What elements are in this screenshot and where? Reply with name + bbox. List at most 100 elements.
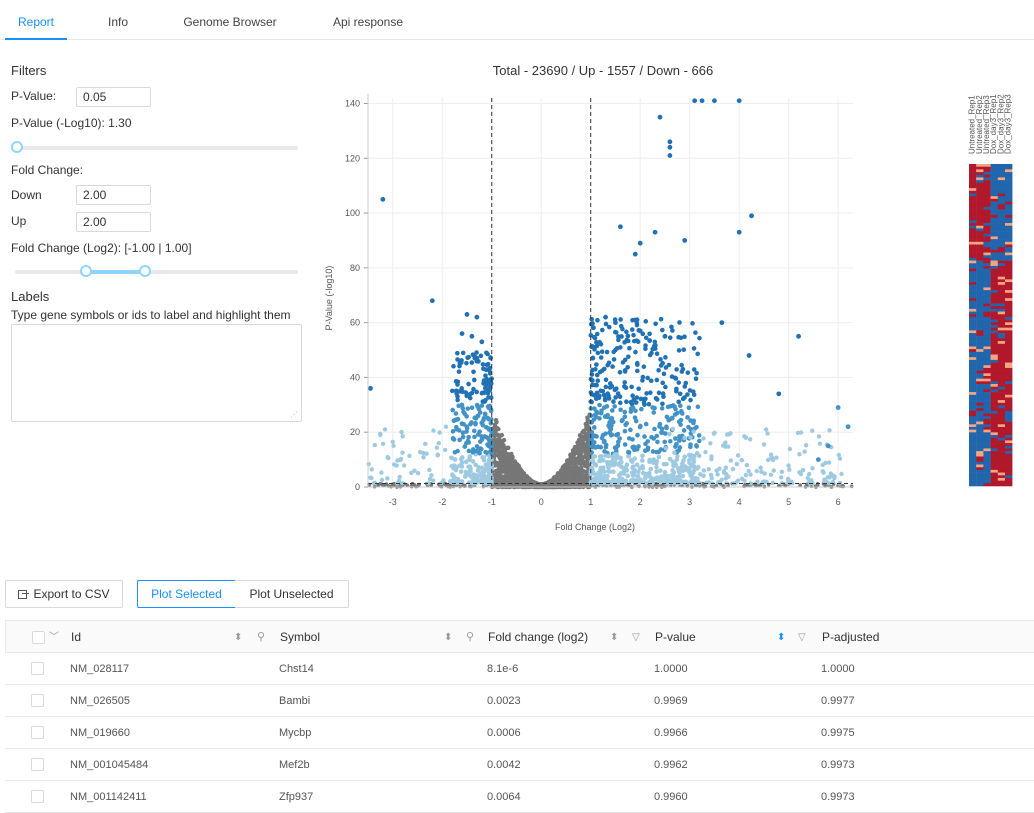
heatmap-cell [997,365,1006,369]
heatmap-cell [969,308,977,312]
table-row[interactable]: NM_019660 Mycbp 0.0006 0.9966 0.9975 [5,717,1034,749]
heatmap-cell [969,429,977,433]
point-up [747,437,753,442]
heatmap-cell [969,325,977,328]
point-ns [493,440,498,445]
heatmap-cell [997,298,1006,302]
point-up [595,350,601,356]
col-header-fold-change[interactable]: Fold change (log2) [488,621,588,654]
point-up [683,380,689,386]
table-row[interactable]: NM_001045484 Mef2b 0.0042 0.9962 0.9973 [5,749,1034,781]
sort-symbol-icon[interactable]: ⬍ [444,621,452,654]
heatmap-cell [976,435,984,438]
col-header-padjusted[interactable]: P-adjusted [822,621,879,654]
point-up [612,460,618,466]
cell-id: NM_019660 [70,727,130,739]
heatmap-cell [976,290,984,294]
point-up [688,435,693,440]
pvalue-slider-track[interactable] [15,146,298,150]
point-up [617,460,623,465]
select-all-checkbox[interactable] [32,631,45,644]
col-header-symbol[interactable]: Symbol [280,621,320,654]
sort-fold-change-icon[interactable]: ⬍ [610,621,618,654]
point-up [643,396,648,402]
x-tick-label: 4 [737,497,742,507]
row-checkbox[interactable] [31,726,44,739]
point-up [591,344,597,350]
row-checkbox[interactable] [31,694,44,707]
search-id-icon[interactable]: ⚲ [257,621,265,654]
point-down [421,455,426,460]
labels-textarea[interactable] [11,324,302,422]
point-up [715,480,721,485]
filter-pvalue-icon[interactable]: ▽ [798,621,806,654]
col-header-id[interactable]: Id [71,621,81,654]
row-checkbox[interactable] [31,790,44,803]
tab-report[interactable]: Report [5,0,67,40]
fold-down-input[interactable] [76,185,151,205]
point-ns [529,482,533,486]
point-down [390,439,395,445]
export-csv-button[interactable]: Export to CSV [5,580,123,608]
heatmap-cell [997,443,1006,447]
heatmap-cell [976,456,984,460]
table-row[interactable]: NM_026505 Bambi 0.0023 0.9969 0.9977 [5,685,1034,717]
point-ns [525,478,530,483]
pvalue-slider-handle[interactable] [11,141,23,153]
point-up [606,396,612,401]
search-symbol-icon[interactable]: ⚲ [466,621,474,654]
point-up [605,362,611,368]
point-outlier [652,229,658,235]
heatmap-cell [997,276,1006,280]
tab-info[interactable]: Info [96,0,140,40]
plot-selected-button[interactable]: Plot Selected [137,580,236,608]
point-up [695,351,701,357]
y-tick-label: 140 [345,98,360,108]
heatmap-cells [969,164,1013,487]
heatmap-cell [1005,185,1013,189]
sort-id-icon[interactable]: ⬍ [234,621,242,654]
heatmap-cell [983,464,991,468]
fold-slider-handle-low[interactable] [79,265,92,277]
row-checkbox[interactable] [31,662,44,675]
heatmap-cell [976,172,984,176]
heatmap-cell [1005,483,1013,487]
table-row[interactable]: NM_028117 Chst14 8.1e-6 1.0000 1.0000 [5,653,1034,685]
point-outlier [380,196,386,202]
heatmap-cell [969,440,977,444]
point-up [821,470,826,475]
heatmap-cell [997,172,1006,176]
heatmap-cell [990,426,998,430]
col-header-pvalue[interactable]: P-value [655,621,696,654]
point-up [691,389,696,394]
fold-slider-track[interactable] [15,270,298,274]
resize-grip-icon[interactable]: ⋰ [290,410,299,419]
filter-fold-change-icon[interactable]: ▽ [632,621,640,654]
select-dropdown-icon[interactable]: ﹀ [49,621,59,654]
row-checkbox[interactable] [31,758,44,771]
tab-api-response[interactable]: Api response [322,0,414,40]
pvalue-label: P-Value: [11,89,57,103]
point-up [600,468,606,474]
heatmap-cell [983,429,991,433]
point-up [787,446,793,452]
plot-unselected-button[interactable]: Plot Unselected [235,580,349,608]
table-row[interactable]: NM_001142411 Zfp937 0.0064 0.9960 0.9973 [5,781,1034,813]
heatmap-cell [997,169,1006,173]
heatmap-cell [997,263,1006,267]
point-down [453,467,459,473]
fold-up-input[interactable] [76,212,151,232]
heatmap-cell [1005,480,1013,484]
point-up [765,431,770,436]
point-ns [574,468,580,474]
pvalue-input[interactable] [76,87,151,107]
tab-genome-browser[interactable]: Genome Browser [172,0,288,40]
point-up [603,377,609,383]
point-down [477,439,483,444]
fold-slider-handle-high[interactable] [139,265,152,277]
point-up [685,370,691,375]
heatmap-cell [969,453,977,457]
sort-pvalue-icon[interactable]: ⬍ [777,621,785,654]
heatmap-cell [983,196,991,200]
heatmap-cell [983,416,991,420]
